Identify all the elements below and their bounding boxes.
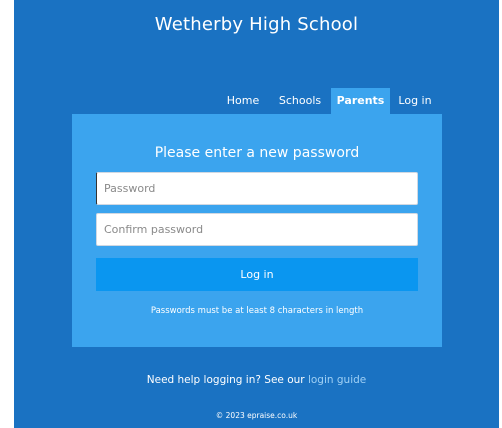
copyright: © 2023 epraise.co.uk: [215, 411, 298, 420]
confirm-password-input[interactable]: [96, 213, 418, 246]
login-button[interactable]: Log in: [96, 258, 418, 291]
school-title: Wetherby High School: [154, 14, 359, 35]
nav-home[interactable]: Home: [222, 88, 264, 114]
password-reset-panel: Please enter a new password Log in Passw…: [72, 114, 442, 347]
password-hint: Passwords must be at least 8 characters …: [150, 306, 364, 316]
page-background: Wetherby High School Home Schools Parent…: [14, 0, 499, 428]
nav-schools[interactable]: Schools: [272, 88, 328, 114]
help-text: Need help logging in? See our login guid…: [14, 374, 499, 386]
nav-login[interactable]: Log in: [394, 88, 436, 114]
login-guide-link[interactable]: login guide: [308, 374, 366, 386]
form-title: Please enter a new password: [154, 145, 360, 161]
nav-parents[interactable]: Parents: [331, 88, 390, 114]
password-input[interactable]: [96, 172, 418, 205]
help-prefix: Need help logging in? See our: [146, 374, 305, 386]
